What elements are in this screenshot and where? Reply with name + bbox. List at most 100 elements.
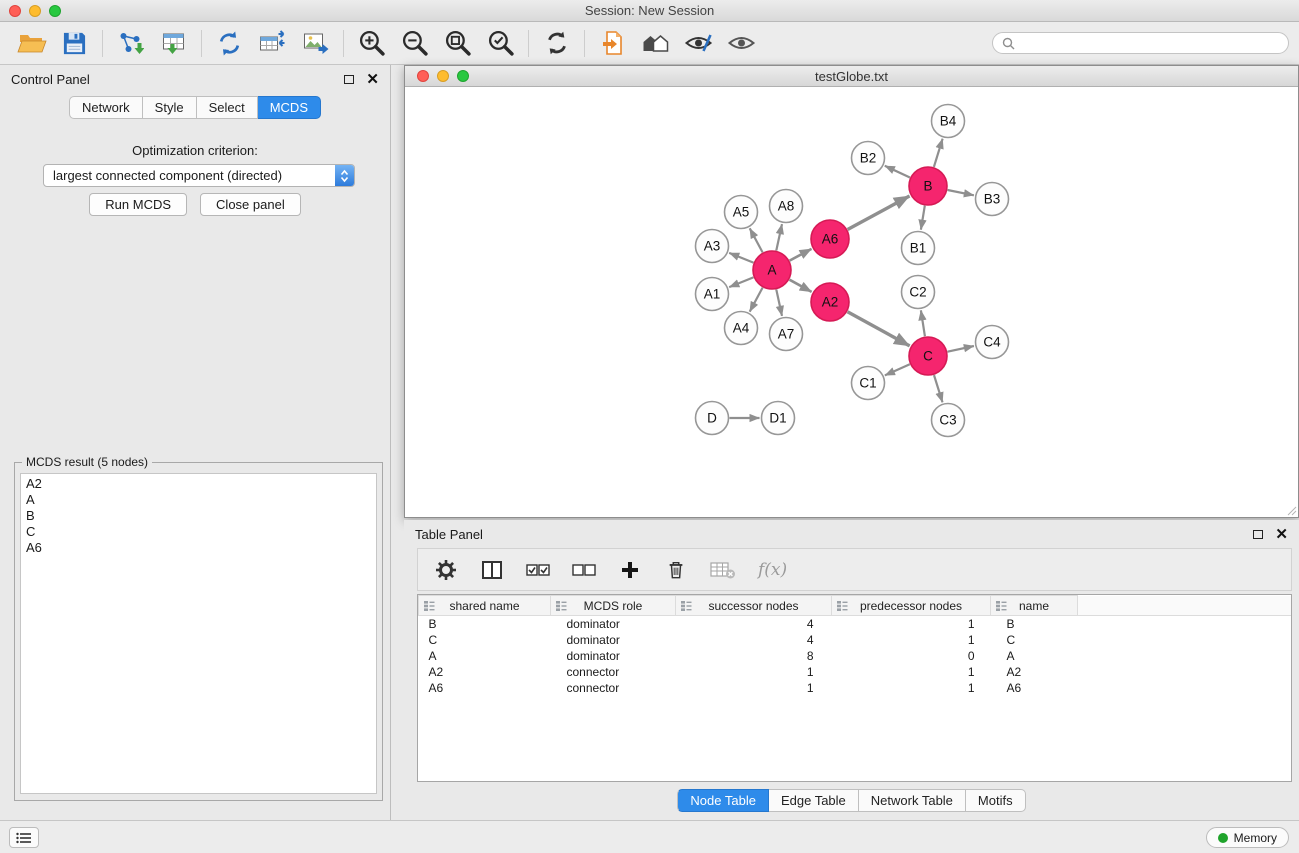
graph-node-B[interactable]: B <box>909 167 947 205</box>
table-row[interactable]: A6connector11A6 <box>419 680 1292 696</box>
sort-icon[interactable] <box>996 601 1007 611</box>
graph-node-B3[interactable]: B3 <box>976 183 1009 216</box>
table-cell[interactable]: 1 <box>832 664 991 680</box>
function-builder-button[interactable]: f(x) <box>758 560 787 580</box>
zoom-in-button[interactable] <box>350 25 393 61</box>
homes-app-button[interactable] <box>634 25 677 61</box>
graph-node-A2[interactable]: A2 <box>811 283 849 321</box>
search-box[interactable] <box>992 32 1289 54</box>
document-app-button[interactable] <box>591 25 634 61</box>
graph-edge-C-C1[interactable] <box>885 364 910 375</box>
sort-icon[interactable] <box>837 601 848 611</box>
table-cell[interactable]: A2 <box>419 664 551 680</box>
table-cell[interactable]: 1 <box>832 632 991 648</box>
table-cell[interactable]: 4 <box>676 616 832 633</box>
tab-mcds[interactable]: MCDS <box>258 96 321 119</box>
net-close-button[interactable] <box>417 70 429 82</box>
graph-node-A3[interactable]: A3 <box>696 230 729 263</box>
show-columns-button[interactable] <box>480 560 504 580</box>
import-table-button[interactable] <box>152 25 195 61</box>
graph-edge-A-A4[interactable] <box>750 288 763 312</box>
net-zoom-button[interactable] <box>457 70 469 82</box>
tab-network[interactable]: Network <box>69 96 143 119</box>
graph-edge-A-A2[interactable] <box>790 280 812 292</box>
table-settings-button[interactable] <box>434 559 458 581</box>
network-window-titlebar[interactable]: testGlobe.txt <box>405 66 1298 87</box>
graph-edge-A-A5[interactable] <box>750 228 763 252</box>
column-header-shared-name[interactable]: shared name <box>419 596 551 616</box>
annotate-view-button[interactable] <box>677 25 720 61</box>
graph-edge-C-C3[interactable] <box>934 375 943 402</box>
zoom-selected-button[interactable] <box>479 25 522 61</box>
graph-node-C[interactable]: C <box>909 337 947 375</box>
graph-node-C1[interactable]: C1 <box>852 367 885 400</box>
close-mcds-panel-button[interactable]: Close panel <box>200 193 301 216</box>
graph-node-C4[interactable]: C4 <box>976 326 1009 359</box>
table-cell[interactable]: 1 <box>832 616 991 633</box>
control-panel-close-icon[interactable]: ✕ <box>366 72 379 87</box>
graph-node-A1[interactable]: A1 <box>696 278 729 311</box>
graph-node-B1[interactable]: B1 <box>902 232 935 265</box>
graph-node-A4[interactable]: A4 <box>725 312 758 345</box>
open-session-button[interactable] <box>10 25 53 61</box>
export-image-button[interactable] <box>294 25 337 61</box>
graph-edge-A-A8[interactable] <box>776 224 782 250</box>
create-column-button[interactable] <box>618 561 642 579</box>
table-cell[interactable]: 0 <box>832 648 991 664</box>
table-cell[interactable]: B <box>419 616 551 633</box>
task-history-button[interactable] <box>9 827 39 848</box>
search-input[interactable] <box>1020 36 1279 50</box>
table-cell[interactable]: 1 <box>676 680 832 696</box>
table-cell[interactable]: C <box>419 632 551 648</box>
graph-node-B4[interactable]: B4 <box>932 105 965 138</box>
criterion-dropdown[interactable]: largest connected component (directed) <box>43 164 355 187</box>
net-minimize-button[interactable] <box>437 70 449 82</box>
graph-node-C2[interactable]: C2 <box>902 276 935 309</box>
table-cell[interactable]: dominator <box>551 632 676 648</box>
column-header-predecessor-nodes[interactable]: predecessor nodes <box>832 596 991 616</box>
graph-node-A[interactable]: A <box>753 251 791 289</box>
reload-network-button[interactable] <box>208 25 251 61</box>
mcds-result-list[interactable]: A2ABCA6 <box>20 473 377 794</box>
run-mcds-button[interactable]: Run MCDS <box>89 193 187 216</box>
table-row[interactable]: Adominator80A <box>419 648 1292 664</box>
graph-node-A6[interactable]: A6 <box>811 220 849 258</box>
delete-column-button[interactable] <box>664 559 688 580</box>
close-window-button[interactable] <box>9 5 21 17</box>
table-cell[interactable]: C <box>991 632 1078 648</box>
table-cell[interactable]: A <box>991 648 1078 664</box>
sort-icon[interactable] <box>424 601 435 611</box>
graph-edge-B-B4[interactable] <box>934 139 943 167</box>
sort-icon[interactable] <box>556 601 567 611</box>
float-panel-icon[interactable] <box>344 75 354 84</box>
graph-node-A5[interactable]: A5 <box>725 196 758 229</box>
tab-edge-table[interactable]: Edge Table <box>769 789 859 812</box>
network-canvas[interactable]: AA1A2A3A4A5A6A7A8BB1B2B3B4CC1C2C3C4DD1 <box>405 87 1298 517</box>
deselect-all-columns-button[interactable] <box>572 564 596 576</box>
resize-grip-icon[interactable] <box>1285 504 1297 516</box>
table-cell[interactable]: connector <box>551 680 676 696</box>
graph-node-A8[interactable]: A8 <box>770 190 803 223</box>
zoom-out-button[interactable] <box>393 25 436 61</box>
result-item[interactable]: A2 <box>26 476 371 492</box>
graph-edge-A-A3[interactable] <box>729 253 753 263</box>
graph-node-D1[interactable]: D1 <box>762 402 795 435</box>
graph-edge-C-C4[interactable] <box>948 346 974 352</box>
table-row[interactable]: Cdominator41C <box>419 632 1292 648</box>
table-cell[interactable]: dominator <box>551 648 676 664</box>
graph-node-B2[interactable]: B2 <box>852 142 885 175</box>
table-cell[interactable]: 1 <box>676 664 832 680</box>
table-cell[interactable]: A6 <box>991 680 1078 696</box>
table-cell[interactable]: 4 <box>676 632 832 648</box>
save-session-button[interactable] <box>53 25 96 61</box>
select-all-columns-button[interactable] <box>526 564 550 576</box>
zoom-window-button[interactable] <box>49 5 61 17</box>
table-cell[interactable]: A <box>419 648 551 664</box>
graph-edge-A-A1[interactable] <box>729 277 753 287</box>
graph-edge-C-C2[interactable] <box>921 310 925 336</box>
zoom-fit-button[interactable] <box>436 25 479 61</box>
graph-edge-B-B2[interactable] <box>885 166 910 178</box>
import-network-button[interactable] <box>109 25 152 61</box>
table-panel-close-icon[interactable]: ✕ <box>1275 527 1288 542</box>
sort-icon[interactable] <box>681 601 692 611</box>
